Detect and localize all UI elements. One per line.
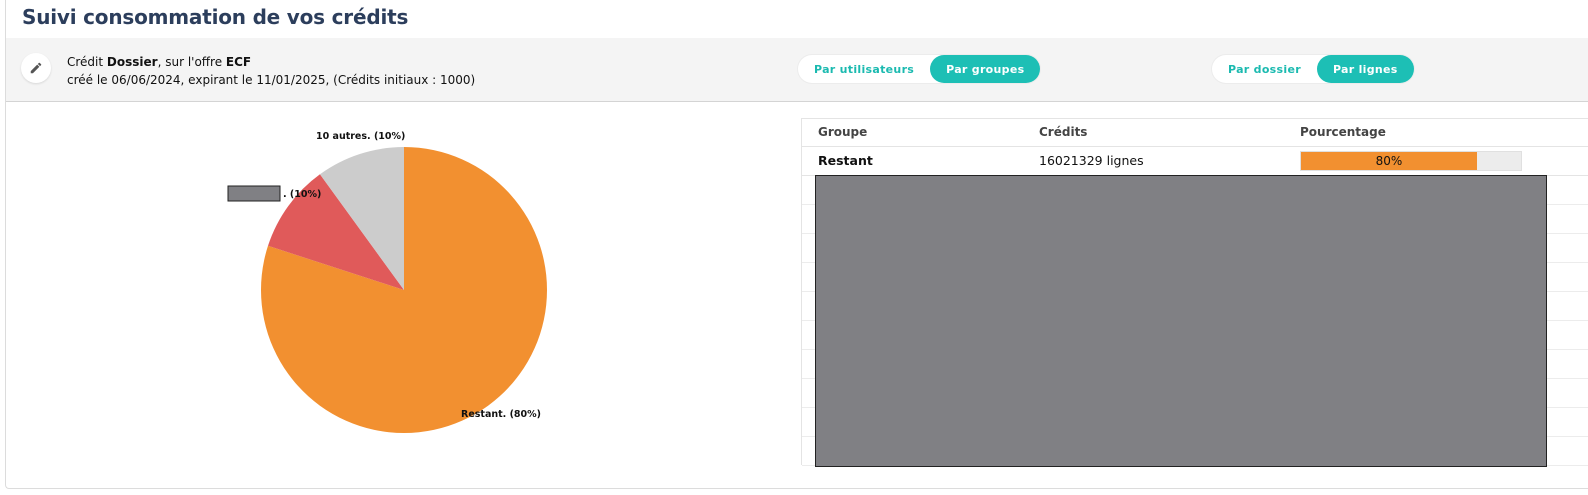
header-pourcentage: Pourcentage bbox=[1300, 125, 1386, 139]
redacted-label-box bbox=[227, 185, 281, 202]
table-row: Restant 16021329 lignes 80% bbox=[802, 147, 1588, 176]
toggle-par-groupes[interactable]: Par groupes bbox=[930, 55, 1041, 83]
consumption-pie-chart: Restant. (80%) . (10%) 10 autres. (10%) bbox=[227, 131, 548, 433]
credits-panel: Suivi consommation de vos crédits Crédit… bbox=[5, 0, 1588, 489]
row-group: Restant bbox=[818, 153, 873, 168]
page-title: Suivi consommation de vos crédits bbox=[22, 5, 409, 29]
toggle-par-dossier[interactable]: Par dossier bbox=[1212, 55, 1317, 83]
table-header: Groupe Crédits Pourcentage bbox=[802, 119, 1588, 147]
progress-text: 80% bbox=[1375, 154, 1403, 168]
credit-info-bar: Crédit Dossier, sur l'offre ECF créé le … bbox=[6, 38, 1588, 102]
credit-type: Dossier bbox=[106, 55, 158, 69]
slice-label-restant: Restant. (80%) bbox=[461, 409, 541, 420]
credit-dates: créé le 06/06/2024, expirant le 11/01/20… bbox=[67, 73, 476, 87]
credit-offer-prefix: , sur l'offre bbox=[157, 55, 226, 69]
pencil-icon bbox=[30, 62, 42, 74]
edit-credit-button[interactable] bbox=[21, 53, 51, 83]
credit-description: Crédit Dossier, sur l'offre ECF bbox=[67, 55, 251, 69]
grouping-toggle: Par utilisateurs Par groupes bbox=[798, 55, 1041, 83]
toggle-par-utilisateurs[interactable]: Par utilisateurs bbox=[798, 55, 930, 83]
header-credits: Crédits bbox=[1039, 125, 1088, 139]
header-groupe: Groupe bbox=[818, 125, 868, 139]
scope-toggle: Par dossier Par lignes bbox=[1212, 55, 1414, 83]
row-credits: 16021329 lignes bbox=[1039, 153, 1144, 168]
slice-label-autres: 10 autres. (10%) bbox=[316, 131, 405, 142]
credit-prefix-text: Crédit bbox=[67, 55, 107, 69]
toggle-par-lignes[interactable]: Par lignes bbox=[1316, 55, 1414, 83]
slice-label-redacted: . (10%) bbox=[283, 189, 321, 200]
redacted-block bbox=[815, 175, 1547, 467]
percent-progress-bar: 80% bbox=[1300, 151, 1522, 171]
credit-offer: ECF bbox=[225, 55, 252, 69]
